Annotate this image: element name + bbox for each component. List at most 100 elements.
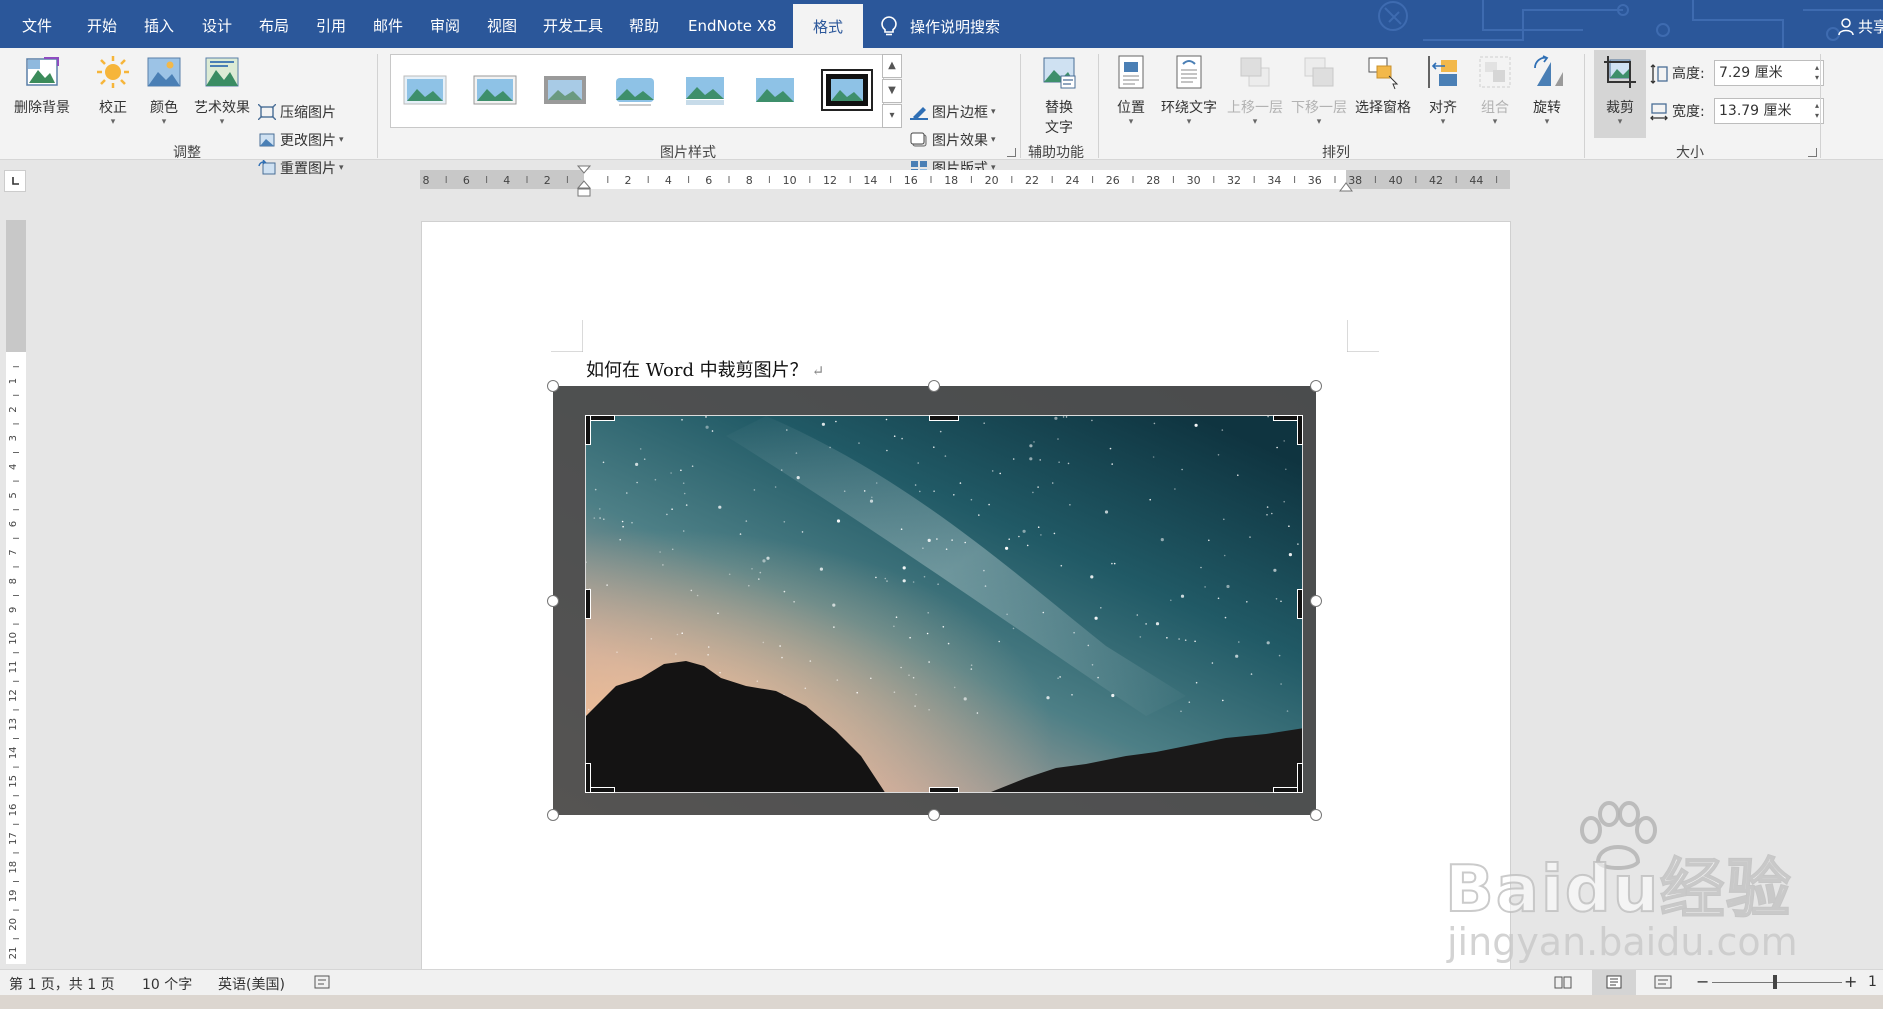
indent-marker-icon[interactable] <box>575 165 593 197</box>
corrections-button[interactable]: 校正 ▾ <box>92 54 134 127</box>
tab-developer[interactable]: 开发工具 <box>543 0 603 48</box>
chevron-down-icon: ▾ <box>1186 117 1192 127</box>
resize-handle-bottom-right[interactable] <box>1310 809 1322 821</box>
tab-help[interactable]: 帮助 <box>629 0 659 48</box>
compress-pictures-button[interactable]: 压缩图片 <box>258 100 336 124</box>
position-icon <box>1118 55 1144 89</box>
send-backward-button[interactable]: 下移一层 ▾ <box>1288 54 1350 127</box>
crop-button[interactable]: 裁剪 ▾ <box>1594 50 1646 138</box>
change-picture-button[interactable]: 更改图片 ▾ <box>258 128 344 152</box>
gallery-scroll-down-button[interactable]: ▼ <box>882 79 902 103</box>
remove-background-button[interactable]: 删除背景 <box>10 54 74 117</box>
vertical-ruler[interactable]: 4321123456789101112131415161718192021 <box>6 220 26 968</box>
tab-selector[interactable] <box>4 170 26 192</box>
tab-view[interactable]: 视图 <box>487 0 517 48</box>
height-field[interactable]: 7.29 厘米 ▴ ▾ <box>1714 60 1824 86</box>
baidu-jingyan-watermark: Baidu经验 jingyan.baidu.com <box>1444 800 1798 970</box>
crop-handle-bottom[interactable] <box>929 787 959 793</box>
tab-format[interactable]: 格式 <box>793 4 863 48</box>
resize-handle-top-right[interactable] <box>1310 380 1322 392</box>
picture-style-7[interactable] <box>821 69 873 111</box>
size-group-label: 大小 <box>1676 145 1704 161</box>
picture-border-button[interactable]: 图片边框 ▾ <box>910 100 996 124</box>
crop-handle-bottom-left-vertical[interactable] <box>585 763 591 793</box>
tab-endnote[interactable]: EndNote X8 <box>688 0 777 48</box>
gallery-more-button[interactable]: ▾ <box>882 104 902 128</box>
wrap-text-button[interactable]: 环绕文字 ▾ <box>1158 54 1220 127</box>
crop-handle-top-right-vertical[interactable] <box>1297 415 1303 445</box>
resize-handle-top-left[interactable] <box>547 380 559 392</box>
zoom-level[interactable]: 1 <box>1868 974 1877 990</box>
tab-insert[interactable]: 插入 <box>144 0 174 48</box>
share-button[interactable]: 共享 <box>1838 16 1883 37</box>
position-button[interactable]: 位置 ▾ <box>1110 54 1152 127</box>
spin-down-icon[interactable]: ▾ <box>1815 111 1819 121</box>
resize-handle-bottom-left[interactable] <box>547 809 559 821</box>
picture-style-4[interactable] <box>613 73 657 107</box>
picture-style-2[interactable] <box>473 73 517 107</box>
tab-references[interactable]: 引用 <box>316 0 346 48</box>
spin-up-icon[interactable]: ▴ <box>1815 63 1819 73</box>
zoom-out-button[interactable]: − <box>1696 972 1709 991</box>
alt-text-button[interactable]: 替换 文字 <box>1036 54 1082 137</box>
resize-handle-right[interactable] <box>1310 595 1322 607</box>
crop-handle-right[interactable] <box>1297 589 1303 619</box>
bring-forward-button[interactable]: 上移一层 ▾ <box>1224 54 1286 127</box>
ruler-tick-label: 30 <box>1187 174 1201 187</box>
ribbon-tab-bar: 文件 开始 插入 设计 布局 引用 邮件 审阅 视图 开发工具 帮助 EndNo… <box>0 0 1883 48</box>
alt-text-label-line1: 替换 <box>1045 100 1073 116</box>
tab-file[interactable]: 文件 <box>22 0 52 48</box>
crop-handle-top[interactable] <box>929 415 959 421</box>
tab-review[interactable]: 审阅 <box>430 0 460 48</box>
gallery-scroll-up-button[interactable]: ▲ <box>882 54 902 78</box>
read-mode-icon[interactable] <box>1554 975 1572 989</box>
spin-down-icon[interactable]: ▾ <box>1815 73 1819 83</box>
zoom-slider-track[interactable] <box>1712 982 1842 983</box>
resize-handle-top[interactable] <box>928 380 940 392</box>
macro-record-icon[interactable] <box>314 975 330 989</box>
document-paragraph[interactable]: 如何在 Word 中裁剪图片？ ↵ <box>586 356 824 382</box>
tab-home[interactable]: 开始 <box>87 0 117 48</box>
ruler-tick-label: 16 <box>8 804 19 817</box>
zoom-slider-thumb[interactable] <box>1773 975 1777 989</box>
picture-style-3[interactable] <box>543 73 587 107</box>
reset-picture-label: 重置图片 <box>280 161 336 177</box>
chevron-down-icon: ▾ <box>219 117 225 127</box>
spin-up-icon[interactable]: ▴ <box>1815 101 1819 111</box>
print-layout-icon <box>1606 975 1622 989</box>
language-indicator[interactable]: 英语(美国) <box>218 974 285 994</box>
zoom-in-button[interactable]: + <box>1844 972 1857 991</box>
picture-style-6[interactable] <box>753 73 797 107</box>
group-button[interactable]: 组合 ▾ <box>1474 54 1516 127</box>
picture-style-1[interactable] <box>403 73 447 107</box>
picture-crop-area[interactable] <box>585 415 1303 793</box>
crop-handle-bottom-right-vertical[interactable] <box>1297 763 1303 793</box>
rotate-button[interactable]: 旋转 ▾ <box>1526 54 1568 127</box>
word-count[interactable]: 10 个字 <box>142 974 192 994</box>
right-indent-marker-icon[interactable] <box>1338 180 1354 192</box>
picture-style-5[interactable] <box>683 73 727 107</box>
artistic-effects-button[interactable]: 艺术效果 ▾ <box>192 54 252 127</box>
ruler-tick-label: 28 <box>1146 174 1160 187</box>
dialog-launcher-icon[interactable] <box>1007 148 1016 157</box>
tab-mailings[interactable]: 邮件 <box>373 0 403 48</box>
color-button[interactable]: 颜色 ▾ <box>143 54 185 127</box>
tell-me-search[interactable]: 操作说明搜索 <box>880 14 1000 38</box>
crop-handle-top-left-vertical[interactable] <box>585 415 591 445</box>
reset-picture-button[interactable]: 重置图片 ▾ <box>258 156 344 180</box>
tab-layout[interactable]: 布局 <box>259 0 289 48</box>
width-field[interactable]: 13.79 厘米 ▴ ▾ <box>1714 98 1824 124</box>
web-layout-icon[interactable] <box>1654 975 1672 989</box>
reset-picture-icon <box>258 160 276 175</box>
print-layout-button[interactable] <box>1592 970 1636 995</box>
tab-design[interactable]: 设计 <box>202 0 232 48</box>
dialog-launcher-icon[interactable] <box>1808 148 1817 157</box>
resize-handle-left[interactable] <box>547 595 559 607</box>
selection-pane-button[interactable]: 选择窗格 <box>1352 54 1414 117</box>
page-count[interactable]: 第 1 页，共 1 页 <box>9 974 115 994</box>
ruler-tick-label: 10 <box>8 632 19 645</box>
picture-effects-button[interactable]: 图片效果 ▾ <box>910 128 996 152</box>
align-button[interactable]: 对齐 ▾ <box>1422 54 1464 127</box>
resize-handle-bottom[interactable] <box>928 809 940 821</box>
crop-handle-left[interactable] <box>585 589 591 619</box>
